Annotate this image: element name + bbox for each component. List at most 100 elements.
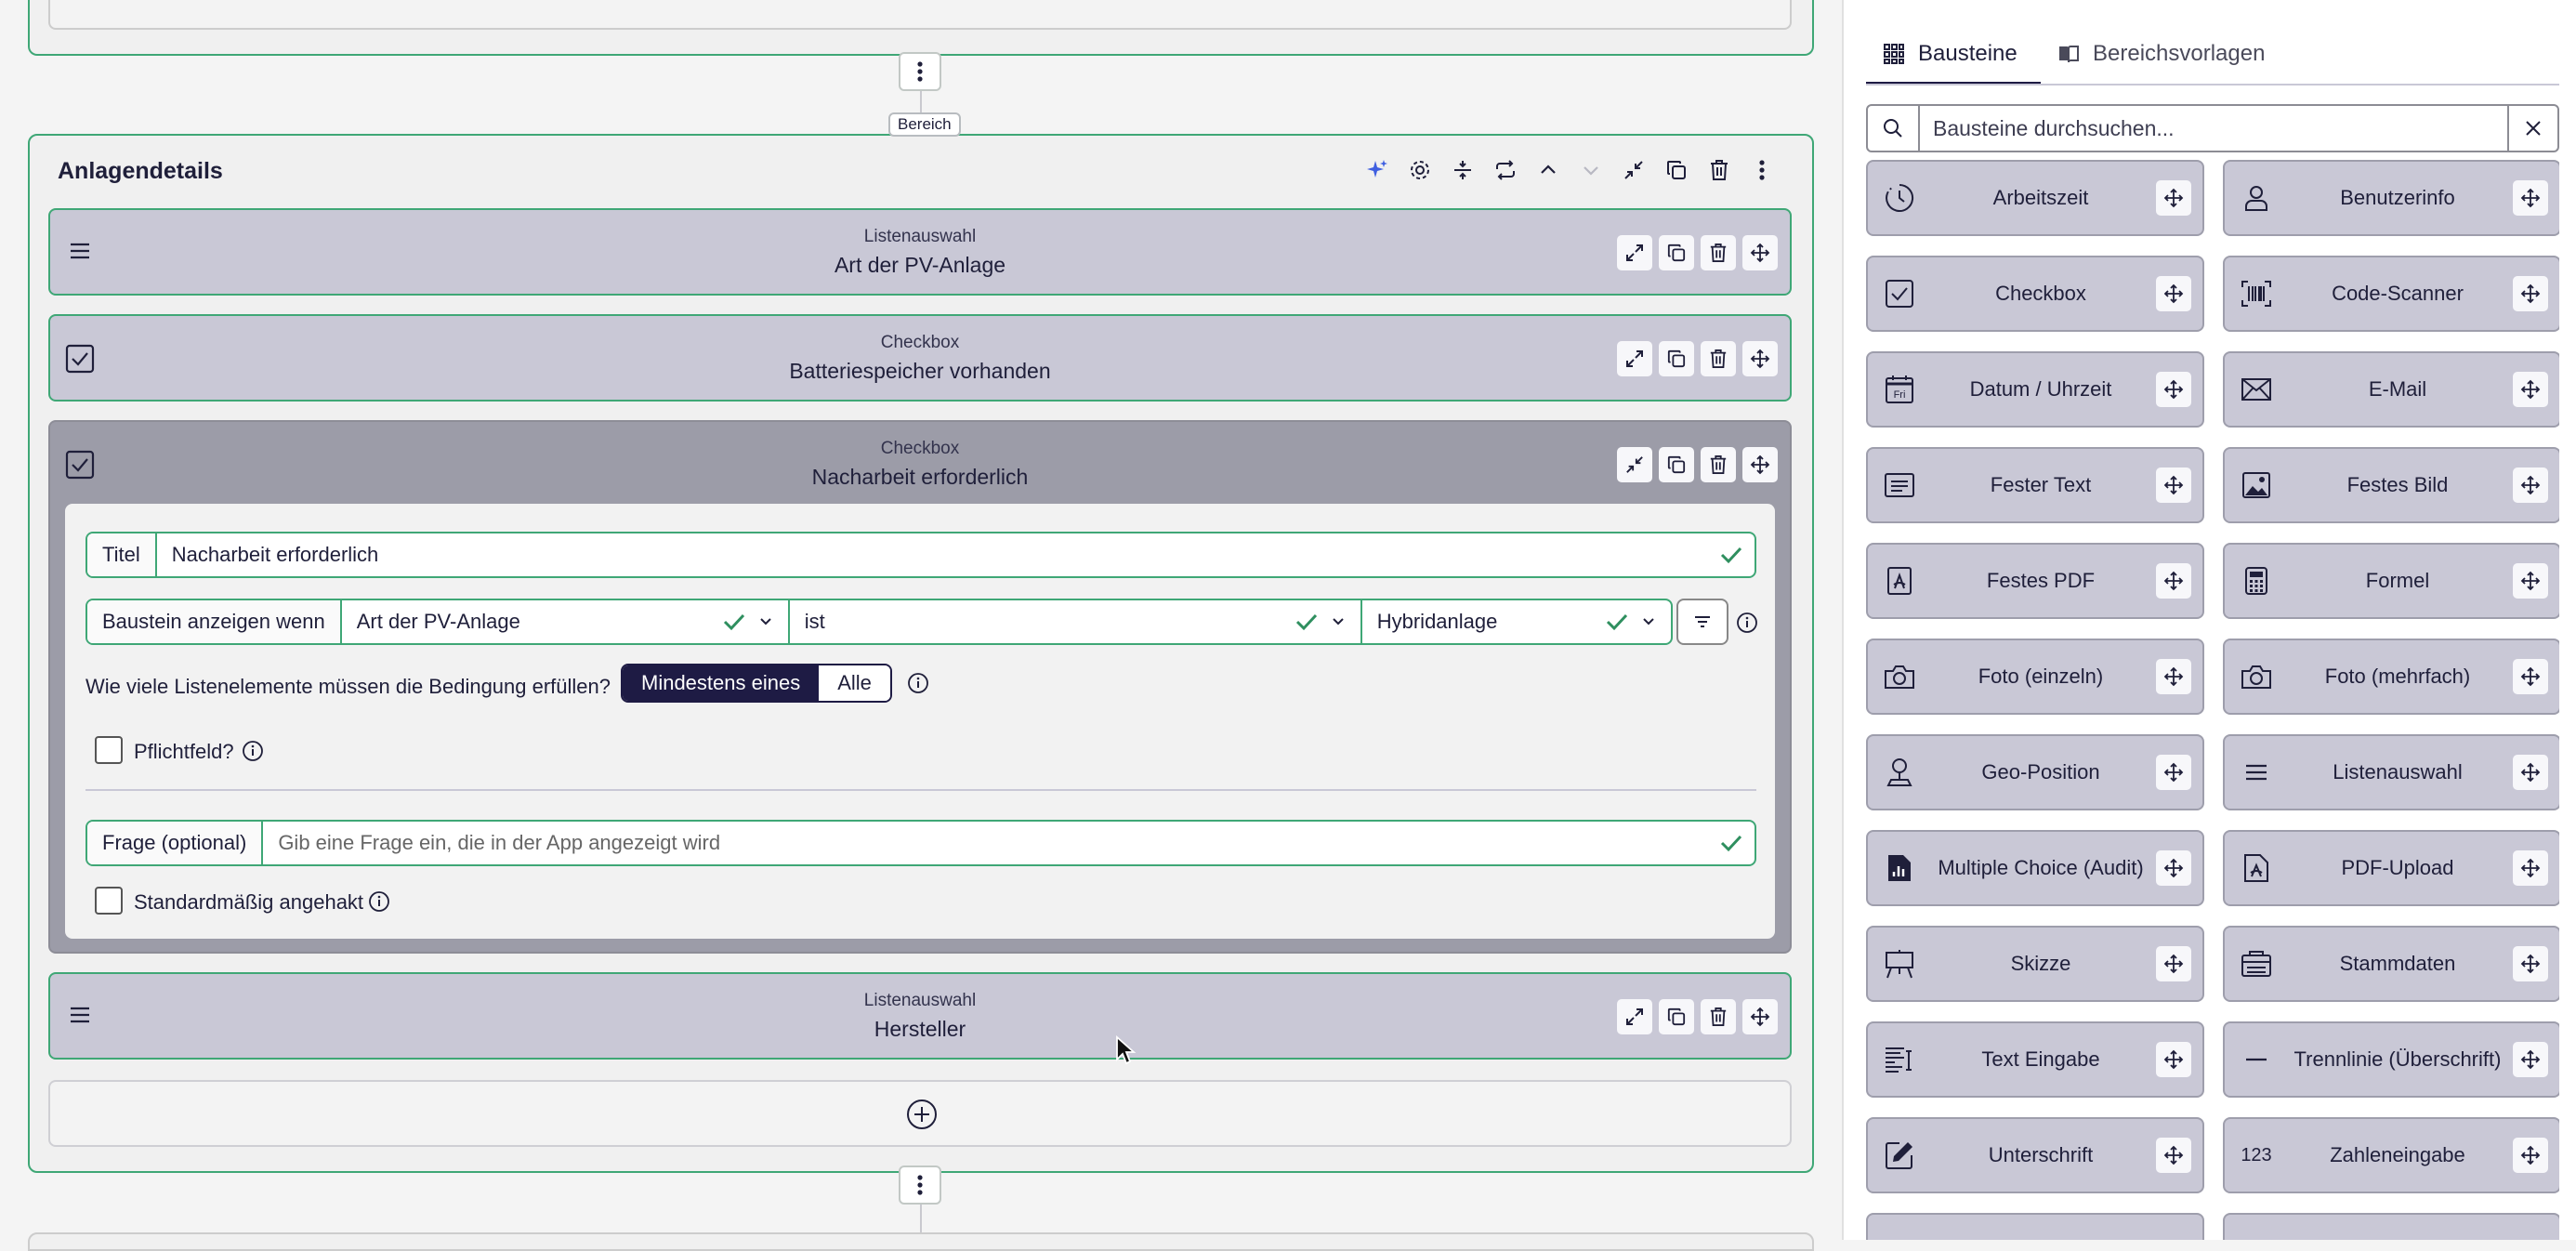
trash-icon[interactable]: [1701, 151, 1738, 189]
drag-move-icon[interactable]: [2513, 850, 2548, 886]
tile-zahleneingabe[interactable]: 123 Zahleneingabe: [2223, 1117, 2559, 1193]
block-settings-panel: Titel Nacharbeit erforderlich Baustein a…: [65, 504, 1775, 939]
copy-icon[interactable]: [1658, 151, 1695, 189]
drag-move-icon[interactable]: [2156, 755, 2191, 790]
question-input[interactable]: Gib eine Frage ein, die in der App angez…: [263, 822, 1708, 864]
drag-move-icon[interactable]: [2513, 1042, 2548, 1077]
trash-icon[interactable]: [1701, 341, 1736, 376]
drag-move-icon[interactable]: [2513, 563, 2548, 599]
tile-benutzerinfo[interactable]: Benutzerinfo: [2223, 160, 2559, 236]
tile-checkbox[interactable]: Checkbox: [1866, 256, 2204, 332]
condition-operator-select[interactable]: ist: [790, 600, 1362, 643]
tile-partial[interactable]: [2223, 1213, 2559, 1240]
drag-move-icon[interactable]: [2156, 467, 2191, 503]
add-block-icon-top[interactable]: [904, 0, 932, 11]
tile-datum-uhrzeit[interactable]: Fri Datum / Uhrzeit: [1866, 351, 2204, 428]
drag-move-icon[interactable]: [1742, 447, 1778, 482]
tile-text-eingabe[interactable]: Text Eingabe: [1866, 1021, 2204, 1098]
drag-move-icon[interactable]: [1742, 341, 1778, 376]
tile-trennlinie-überschrift[interactable]: Trennlinie (Überschrift): [2223, 1021, 2559, 1098]
drag-move-icon[interactable]: [1742, 999, 1778, 1034]
expand-icon[interactable]: [1617, 235, 1652, 270]
tile-festes-bild[interactable]: Festes Bild: [2223, 447, 2559, 523]
drag-move-icon[interactable]: [2156, 563, 2191, 599]
clear-icon[interactable]: [2507, 106, 2557, 151]
drag-move-icon[interactable]: [2513, 372, 2548, 407]
tile-unterschrift[interactable]: Unterschrift: [1866, 1117, 2204, 1193]
match-option-all[interactable]: Alle: [819, 665, 890, 701]
ai-sparkle-icon[interactable]: [1359, 151, 1396, 189]
minimize-icon[interactable]: [1617, 447, 1652, 482]
drag-move-icon[interactable]: [2156, 850, 2191, 886]
drag-move-icon[interactable]: [2156, 1042, 2191, 1077]
chevron-up-icon[interactable]: [1530, 151, 1567, 189]
block-batteriespeicher-vorhanden[interactable]: Checkbox Batteriespeicher vorhanden: [48, 314, 1792, 402]
repeat-icon[interactable]: [1487, 151, 1524, 189]
add-block-area[interactable]: [48, 1080, 1792, 1147]
search-input[interactable]: [1920, 106, 2507, 151]
drag-move-icon[interactable]: [2513, 755, 2548, 790]
expand-icon[interactable]: [1617, 999, 1652, 1034]
trash-icon[interactable]: [1701, 235, 1736, 270]
tile-partial[interactable]: [1866, 1213, 2204, 1240]
block-art-der-pv-anlage[interactable]: Listenauswahl Art der PV-Anlage: [48, 208, 1792, 296]
copy-icon[interactable]: [1659, 341, 1694, 376]
tile-skizze[interactable]: Skizze: [1866, 926, 2204, 1002]
tile-stammdaten[interactable]: Stammdaten: [2223, 926, 2559, 1002]
block-hersteller[interactable]: Listenauswahl Hersteller: [48, 972, 1792, 1060]
minimize-icon[interactable]: [1615, 151, 1652, 189]
required-checkbox[interactable]: [95, 736, 123, 764]
tile-listenauswahl[interactable]: Listenauswahl: [2223, 734, 2559, 810]
info-icon[interactable]: [907, 672, 929, 694]
drag-move-icon[interactable]: [2513, 467, 2548, 503]
info-icon[interactable]: [242, 740, 264, 762]
block-nacharbeit-erforderlich[interactable]: Checkbox Nacharbeit erforderlich Titel N…: [48, 420, 1792, 954]
tile-pdf-upload[interactable]: PDF-Upload: [2223, 830, 2559, 906]
section-menu-button[interactable]: [899, 52, 941, 91]
copy-icon[interactable]: [1659, 447, 1694, 482]
chevron-down-icon[interactable]: [1572, 151, 1610, 189]
tile-foto-mehrfach[interactable]: Foto (mehrfach): [2223, 639, 2559, 715]
trash-icon[interactable]: [1701, 999, 1736, 1034]
tile-foto-einzeln[interactable]: Foto (einzeln): [1866, 639, 2204, 715]
drag-move-icon[interactable]: [2156, 1138, 2191, 1173]
drag-move-icon[interactable]: [2513, 180, 2548, 216]
tile-multiple-choice-audit[interactable]: Multiple Choice (Audit): [1866, 830, 2204, 906]
drag-move-icon[interactable]: [2156, 372, 2191, 407]
trash-icon[interactable]: [1701, 447, 1736, 482]
section-menu-button[interactable]: [899, 1165, 941, 1205]
expand-icon[interactable]: [1617, 341, 1652, 376]
tile-geo-position[interactable]: Geo-Position: [1866, 734, 2204, 810]
drag-move-icon[interactable]: [2513, 1138, 2548, 1173]
drag-move-icon[interactable]: [2513, 659, 2548, 694]
drag-move-icon[interactable]: [2156, 276, 2191, 311]
filter-button[interactable]: [1676, 599, 1728, 645]
condition-field-select[interactable]: Art der PV-Anlage: [342, 600, 790, 643]
info-icon[interactable]: [368, 890, 390, 913]
copy-icon[interactable]: [1659, 999, 1694, 1034]
tab-bereichsvorlagen[interactable]: Bereichsvorlagen: [2057, 41, 2265, 67]
collapse-vertical-icon[interactable]: [1444, 151, 1481, 189]
tile-code-scanner[interactable]: Code-Scanner: [2223, 256, 2559, 332]
info-icon[interactable]: [1736, 612, 1758, 634]
drag-move-icon[interactable]: [2513, 946, 2548, 981]
drag-move-icon[interactable]: [1742, 235, 1778, 270]
tile-arbeitszeit[interactable]: Arbeitszeit: [1866, 160, 2204, 236]
drag-move-icon[interactable]: [2156, 946, 2191, 981]
tile-fester-text[interactable]: Fester Text: [1866, 447, 2204, 523]
more-vertical-icon[interactable]: [1743, 151, 1781, 189]
tile-festes-pdf[interactable]: Festes PDF: [1866, 543, 2204, 619]
default-checked-checkbox[interactable]: [95, 887, 123, 915]
title-input[interactable]: Nacharbeit erforderlich: [157, 533, 1708, 576]
drag-move-icon[interactable]: [2156, 180, 2191, 216]
tab-bausteine[interactable]: Bausteine: [1883, 41, 2017, 67]
copy-icon[interactable]: [1659, 235, 1694, 270]
match-option-any[interactable]: Mindestens eines: [623, 665, 820, 701]
drag-move-icon[interactable]: [2156, 659, 2191, 694]
plus-circle-icon[interactable]: [906, 1099, 938, 1130]
gear-icon[interactable]: [1401, 151, 1439, 189]
drag-move-icon[interactable]: [2513, 276, 2548, 311]
condition-value-select[interactable]: Hybridanlage: [1362, 600, 1671, 643]
tile-e-mail[interactable]: E-Mail: [2223, 351, 2559, 428]
tile-formel[interactable]: Formel: [2223, 543, 2559, 619]
